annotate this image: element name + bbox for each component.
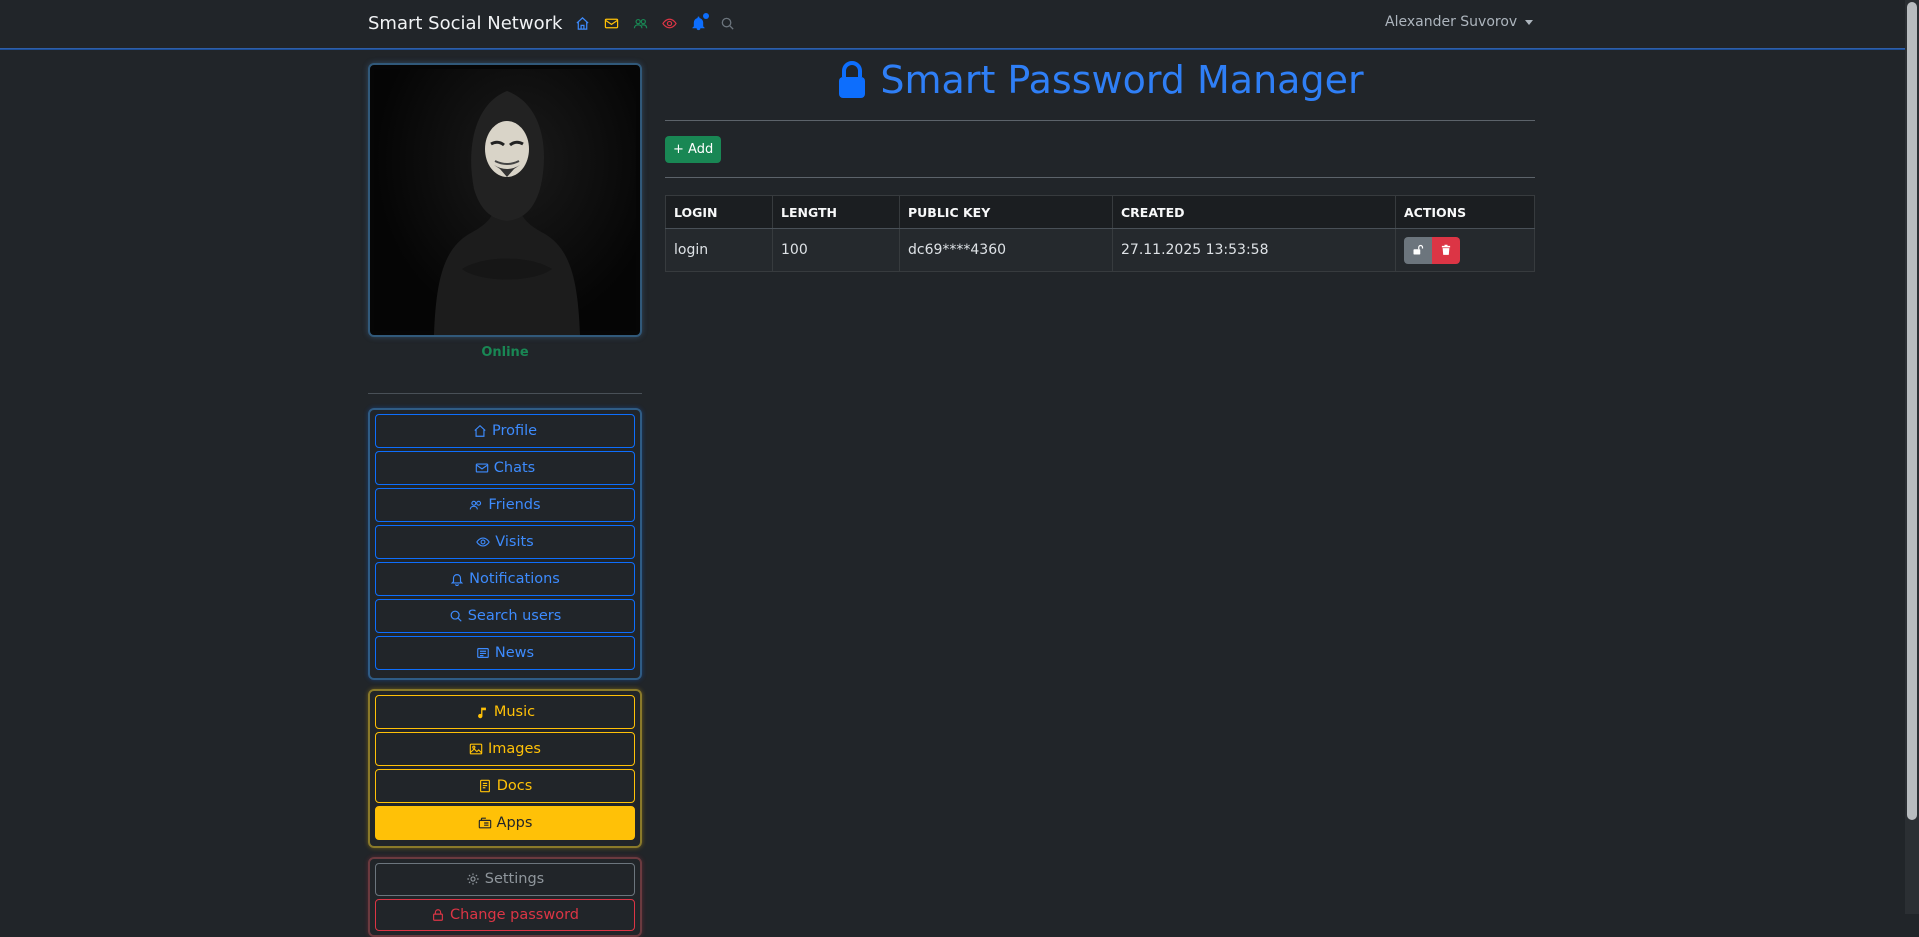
sidebar-item-label: Visits (495, 534, 534, 550)
apps-icon (478, 817, 491, 829)
page-title: Smart Password Manager (880, 58, 1364, 102)
notification-dot (703, 13, 709, 19)
sidebar-item-apps[interactable]: Apps (375, 806, 635, 840)
envelope-icon (475, 463, 489, 473)
sidebar-media-group: Music Images Docs Apps (368, 689, 642, 848)
avatar-image (374, 69, 636, 335)
table-row: login 100 dc69****4360 27.11.2025 13:53:… (665, 228, 1535, 272)
sidebar-item-label: Images (488, 741, 541, 757)
column-header-created: CREATED (1112, 195, 1396, 229)
cell-login: login (665, 228, 773, 272)
eye-icon (476, 537, 491, 547)
envelope-icon[interactable] (602, 14, 621, 33)
bell-icon[interactable] (689, 13, 709, 33)
sidebar-item-change-password[interactable]: Change password (375, 898, 635, 931)
document-icon (479, 779, 490, 793)
header-divider (665, 120, 1535, 121)
top-navbar: Smart Social Network Alexander Suvorov (0, 0, 1905, 49)
sidebar-item-news[interactable]: News (375, 636, 635, 670)
home-icon (474, 424, 486, 437)
cell-created: 27.11.2025 13:53:58 (1112, 228, 1396, 272)
newspaper-icon (477, 648, 489, 658)
sidebar-item-label: Chats (493, 460, 536, 476)
gear-icon (467, 873, 479, 885)
column-header-public-key: PUBLIC KEY (899, 195, 1113, 229)
lock-icon (839, 61, 866, 98)
search-icon[interactable] (718, 14, 737, 33)
sidebar-item-settings[interactable]: Settings (375, 863, 635, 896)
unlock-button[interactable] (1404, 236, 1432, 264)
sidebar-item-label: Profile (491, 423, 538, 439)
password-table: LOGIN LENGTH PUBLIC KEY CREATED ACTIONS … (665, 195, 1535, 272)
online-status: Online (481, 345, 529, 360)
music-note-icon (477, 707, 486, 719)
trash-icon (1441, 244, 1451, 255)
brand-title[interactable]: Smart Social Network (368, 13, 562, 34)
delete-button[interactable] (1432, 236, 1460, 264)
column-header-actions: ACTIONS (1395, 195, 1535, 229)
sidebar-item-label: News (494, 645, 535, 661)
eye-icon[interactable] (660, 14, 679, 33)
bell-icon (450, 574, 464, 586)
add-button[interactable]: + Add (665, 136, 722, 163)
sidebar-item-label: Docs (496, 778, 533, 794)
lock-icon (433, 908, 443, 921)
sidebar-item-label: Apps (496, 815, 533, 831)
sidebar-divider (368, 393, 642, 394)
avatar[interactable] (368, 63, 642, 337)
sidebar-item-label: Change password (450, 906, 579, 923)
row-actions (1404, 236, 1526, 264)
people-icon[interactable] (631, 14, 650, 33)
caret-down-icon (1525, 19, 1534, 25)
sidebar-item-label: Friends (488, 497, 541, 513)
sidebar-account-group: Settings Change password (368, 857, 642, 937)
page-header: Smart Password Manager (665, 58, 1535, 102)
column-header-length: LENGTH (772, 195, 900, 229)
sidebar-item-friends[interactable]: Friends (375, 488, 635, 522)
image-icon (469, 743, 483, 755)
search-icon (450, 610, 462, 622)
table-header-row: LOGIN LENGTH PUBLIC KEY CREATED ACTIONS (665, 195, 1535, 229)
column-header-login: LOGIN (665, 195, 773, 229)
toolbar-divider (665, 177, 1535, 178)
sidebar-item-music[interactable]: Music (375, 695, 635, 729)
cell-length: 100 (772, 228, 900, 272)
sidebar-item-visits[interactable]: Visits (375, 525, 635, 559)
user-name: Alexander Suvorov (1385, 14, 1518, 30)
unlock-icon (1413, 244, 1424, 255)
sidebar-item-notifications[interactable]: Notifications (375, 562, 635, 596)
sidebar-item-chats[interactable]: Chats (375, 451, 635, 485)
home-icon[interactable] (573, 14, 592, 33)
scrollbar-thumb[interactable] (1907, 2, 1917, 820)
sidebar-item-label: Music (493, 704, 536, 720)
sidebar-item-label: Search users (467, 608, 562, 624)
page-scrollbar[interactable] (1905, 0, 1919, 914)
cell-actions (1395, 228, 1535, 272)
nav-icon-bar (573, 13, 737, 33)
sidebar-item-label: Notifications (469, 571, 560, 587)
sidebar-item-label: Settings (484, 871, 545, 888)
sidebar-item-images[interactable]: Images (375, 732, 635, 766)
sidebar-item-profile[interactable]: Profile (375, 414, 635, 448)
cell-public-key: dc69****4360 (899, 228, 1113, 272)
sidebar-item-docs[interactable]: Docs (375, 769, 635, 803)
sidebar-item-search-users[interactable]: Search users (375, 599, 635, 633)
sidebar-nav-group: Profile Chats Friends Visits Notificatio… (368, 408, 642, 680)
user-dropdown[interactable]: Alexander Suvorov (1385, 14, 1534, 30)
people-icon (470, 500, 482, 510)
